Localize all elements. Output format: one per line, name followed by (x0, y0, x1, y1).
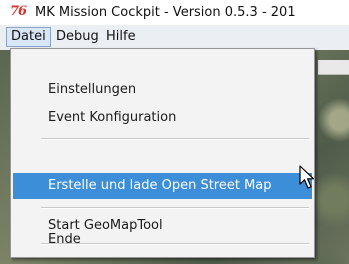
menu-item-event-konfiguration[interactable]: Event Konfiguration (13, 105, 312, 131)
menu-separator (41, 207, 309, 209)
menu-debug[interactable]: Debug (52, 27, 103, 47)
menu-bar: Datei Debug Hilfe (0, 25, 349, 50)
window-title: MK Mission Cockpit - Version 0.5.3 - 201 (35, 5, 296, 20)
app-logo-icon: 76 (10, 4, 27, 19)
menu-separator (41, 138, 309, 140)
menu-item-einstellungen[interactable]: Einstellungen (13, 77, 312, 103)
menu-hilfe[interactable]: Hilfe (102, 27, 140, 47)
background-panel-strip (318, 60, 349, 75)
datei-dropdown-menu: Einstellungen Event Konfiguration Erstel… (10, 48, 315, 258)
arrow-cursor-icon (299, 165, 315, 189)
menu-datei[interactable]: Datei (6, 27, 51, 47)
title-bar: 76 MK Mission Cockpit - Version 0.5.3 - … (0, 0, 349, 25)
menu-item-ende[interactable]: Ende (13, 227, 312, 253)
menu-item-open-street-map[interactable]: Erstelle und lade Open Street Map (13, 173, 312, 199)
